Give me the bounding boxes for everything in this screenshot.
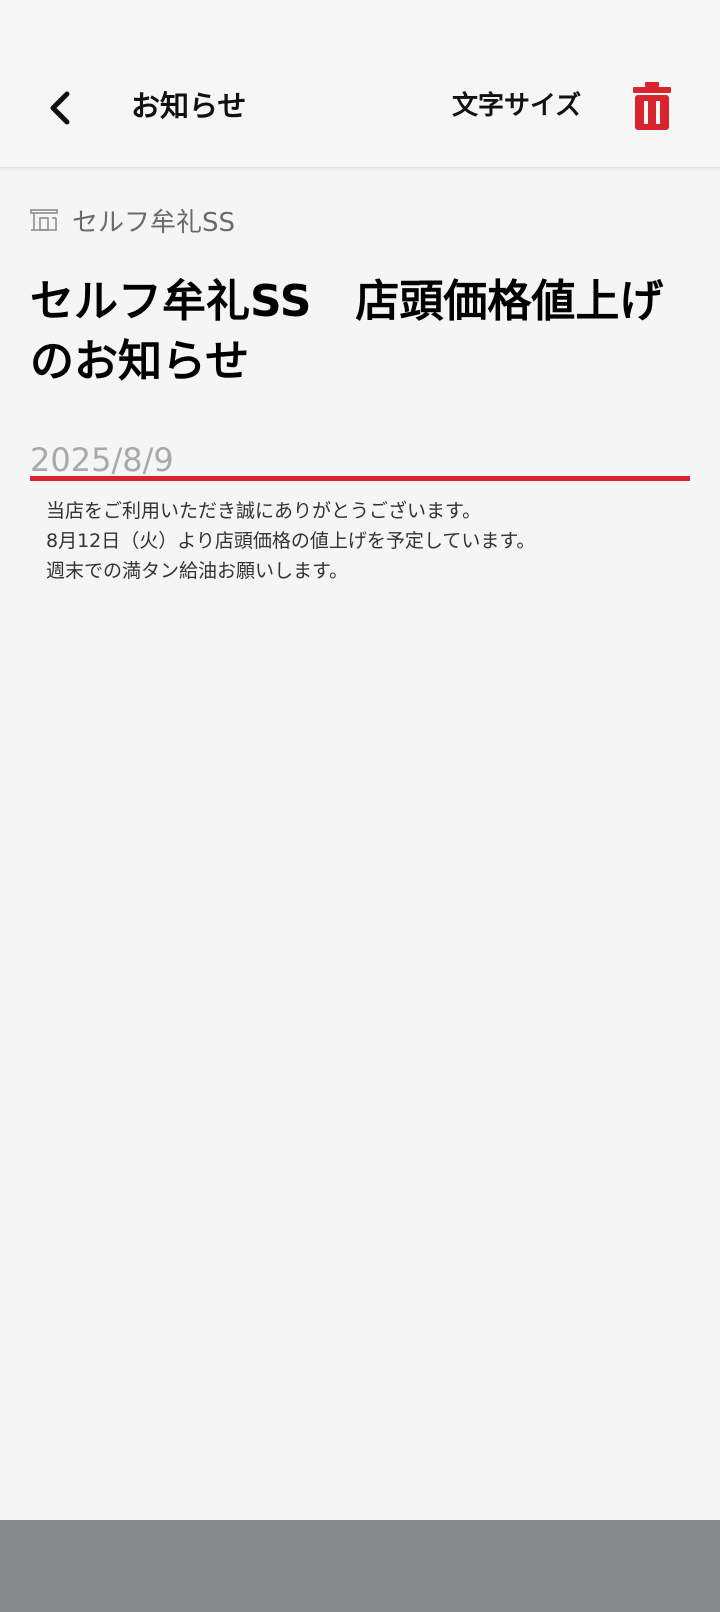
app-header: お知らせ 文字サイズ	[0, 0, 720, 168]
trash-icon	[633, 82, 671, 130]
body-line: 週末での満タン給油お願いします。	[46, 560, 349, 582]
article-title: セルフ牟礼SS 店頭価格値上げ のお知らせ	[30, 276, 664, 387]
chevron-left-icon	[50, 91, 70, 125]
delete-button[interactable]	[628, 80, 676, 132]
bottom-bar	[0, 1520, 720, 1612]
page-title: お知らせ	[131, 89, 247, 123]
article-date: 2025/8/9	[30, 441, 174, 479]
notice-detail-screen: お知らせ 文字サイズ セルフ牟礼SS セルフ牟礼SS 店頭価格値上げ のお知らせ…	[0, 0, 720, 1612]
back-button[interactable]	[36, 80, 84, 136]
body-line: 当店をご利用いただき誠にありがとうございます。	[46, 500, 482, 522]
body-line: 8月12日（火）より店頭価格の値上げを予定しています。	[46, 530, 536, 552]
store-name: セルフ牟礼SS	[72, 207, 236, 238]
date-divider	[30, 476, 690, 481]
store-info: セルフ牟礼SS	[30, 203, 236, 238]
gas-station-icon	[30, 209, 58, 231]
article-body: 当店をご利用いただき誠にありがとうございます。 8月12日（火）より店頭価格の値…	[46, 496, 686, 586]
font-size-button[interactable]: 文字サイズ	[452, 86, 581, 126]
